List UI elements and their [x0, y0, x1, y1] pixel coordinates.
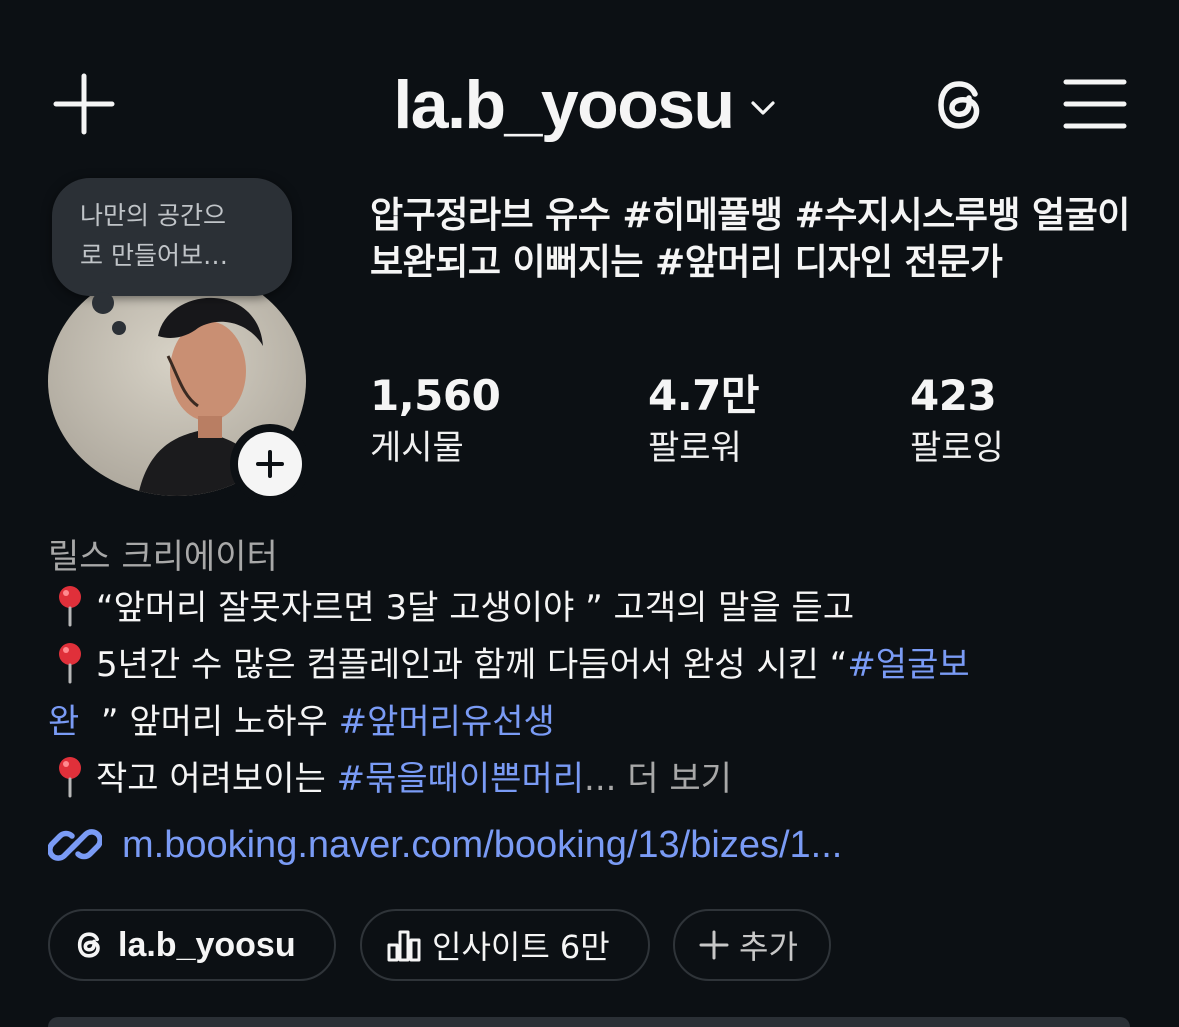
- followers-count: 4.7만: [648, 371, 760, 420]
- edit-profile-button-edge[interactable]: [48, 1017, 1130, 1027]
- add-story-plus: [238, 432, 302, 496]
- note-tail-dot: [92, 292, 114, 314]
- plus-icon: [699, 930, 729, 960]
- insights-chip[interactable]: 인사이트 6만: [360, 909, 650, 981]
- chevron-down-icon: [751, 101, 775, 115]
- threads-profile-chip[interactable]: la.b_yoosu: [48, 909, 336, 981]
- bio-line3-text: ” 앞머리 노하우: [79, 702, 339, 742]
- bar-chart-icon: [387, 930, 421, 962]
- add-story-button[interactable]: [230, 424, 310, 504]
- external-link[interactable]: m.booking.naver.com/booking/13/bizes/1..…: [48, 818, 842, 872]
- note-bubble[interactable]: 나만의 공간으 로 만들어보…: [52, 178, 292, 296]
- bio-line4-text: 작고 어려보이는: [96, 759, 337, 799]
- category-label: 릴스 크리에이터: [48, 537, 278, 577]
- stat-followers[interactable]: 4.7만 팔로워: [648, 371, 760, 472]
- threads-icon[interactable]: [930, 72, 996, 138]
- stat-following[interactable]: 423 팔로잉: [910, 372, 1004, 472]
- plus-icon: [256, 450, 284, 478]
- followers-label: 팔로워: [648, 428, 742, 468]
- link-icon: [48, 829, 102, 861]
- hashtag-link[interactable]: 완: [48, 702, 79, 742]
- bio-line: 완 ” 앞머리 노하우 #앞머리유선생: [48, 694, 1148, 751]
- threads-chip-label: la.b_yoosu: [118, 925, 296, 964]
- profile-page: la.b_yoosu 나만의 공간으 로 만들어보… 압구정라브 유수 #히메풀…: [0, 0, 1179, 1027]
- stat-posts[interactable]: 1,560 게시물: [370, 371, 501, 472]
- pushpin-icon: [59, 643, 81, 684]
- username-title: la.b_yoosu: [393, 67, 735, 143]
- bio-line: “앞머리 잘못자르면 3달 고생이야 ” 고객의 말을 듣고: [48, 580, 1148, 637]
- posts-label: 게시물: [370, 428, 464, 468]
- link-url: m.booking.naver.com/booking/13/bizes/1..…: [122, 823, 843, 866]
- add-chip[interactable]: 추가: [673, 909, 831, 981]
- note-text-line2: 로 만들어보…: [80, 241, 228, 270]
- following-label: 팔로잉: [910, 428, 1004, 468]
- add-chip-label: 추가: [739, 928, 798, 966]
- bio-line1-text: “앞머리 잘못자르면 3달 고생이야 ” 고객의 말을 듣고: [96, 588, 855, 628]
- insights-chip-label: 인사이트 6만: [432, 928, 610, 966]
- profile-headline: 압구정라브 유수 #히메풀뱅 #수지시스루뱅 얼굴이 보완되고 이뻐지는 #앞머…: [370, 195, 1130, 283]
- note-tail-dot-small: [112, 321, 126, 335]
- note-text-line1: 나만의 공간으: [80, 201, 226, 230]
- see-more-link[interactable]: ... 더 보기: [584, 759, 732, 799]
- bio-line: 5년간 수 많은 컴플레인과 함께 다듬어서 완성 시킨 “#얼굴보: [48, 637, 1148, 694]
- bio-text: “앞머리 잘못자르면 3달 고생이야 ” 고객의 말을 듣고 5년간 수 많은 …: [48, 580, 1148, 808]
- hashtag-link[interactable]: #묶을때이쁜머리: [337, 759, 584, 799]
- bio-line2-text: 5년간 수 많은 컴플레인과 함께 다듬어서 완성 시킨 “: [96, 645, 848, 685]
- pushpin-icon: [59, 757, 81, 798]
- following-count: 423: [910, 371, 997, 420]
- threads-icon: [77, 932, 100, 958]
- posts-count: 1,560: [370, 371, 501, 420]
- account-switcher[interactable]: la.b_yoosu: [0, 66, 1179, 144]
- menu-icon[interactable]: [1062, 76, 1128, 132]
- pushpin-icon: [59, 586, 81, 627]
- bio-line: 작고 어려보이는 #묶을때이쁜머리... 더 보기: [48, 751, 1148, 808]
- hashtag-link[interactable]: #앞머리유선생: [339, 702, 555, 742]
- hashtag-link[interactable]: #얼굴보: [847, 645, 969, 685]
